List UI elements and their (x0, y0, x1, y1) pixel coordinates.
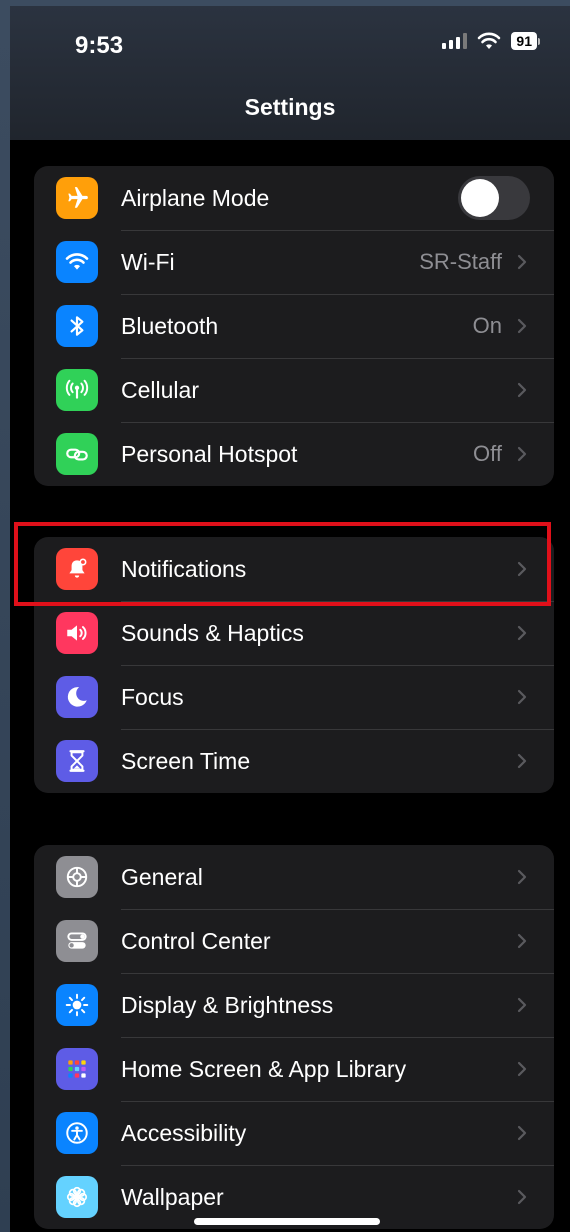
page-title: Settings (244, 94, 336, 120)
row-label: Bluetooth (121, 313, 219, 339)
row-label: General (121, 864, 203, 890)
chevron-right-icon (517, 869, 527, 885)
sun-icon (56, 984, 98, 1026)
top-bar: 9:53 91 Settings (10, 6, 570, 140)
chevron-right-icon (517, 382, 527, 398)
settings-row-bluetooth[interactable]: Bluetooth On (34, 294, 554, 358)
home-indicator[interactable] (194, 1218, 380, 1225)
battery-icon: 91 (511, 32, 540, 50)
accessibility-icon (56, 1112, 98, 1154)
settings-row-personal-hotspot[interactable]: Personal Hotspot Off (34, 422, 554, 486)
row-value: SR-Staff (419, 249, 502, 274)
hotspot-icon (56, 433, 98, 475)
settings-row-accessibility[interactable]: Accessibility (34, 1101, 554, 1165)
settings-row-airplane-mode[interactable]: Airplane Mode (34, 166, 554, 230)
gear-icon (56, 856, 98, 898)
row-label: Cellular (121, 377, 199, 403)
row-label: Display & Brightness (121, 992, 334, 1018)
chevron-right-icon (517, 1061, 527, 1077)
speaker-icon (56, 612, 98, 654)
settings-row-sounds-haptics[interactable]: Sounds & Haptics (34, 601, 554, 665)
screenshot-frame: 9:53 91 Settings Airplane Mode Wi-Fi SR-… (0, 0, 570, 1232)
settings-row-control-center[interactable]: Control Center (34, 909, 554, 973)
row-value: Off (473, 441, 502, 466)
chevron-right-icon (517, 997, 527, 1013)
row-label: Wi-Fi (121, 249, 175, 275)
row-label: Accessibility (121, 1120, 247, 1146)
airplane-icon (56, 177, 98, 219)
status-time: 9:53 (75, 32, 124, 59)
row-label: Sounds & Haptics (121, 620, 304, 646)
chevron-right-icon (517, 753, 527, 769)
settings-row-display-brightness[interactable]: Display & Brightness (34, 973, 554, 1037)
wifi-icon (56, 241, 98, 283)
bluetooth-icon (56, 305, 98, 347)
switches-icon (56, 920, 98, 962)
chevron-right-icon (517, 318, 527, 334)
row-label: Control Center (121, 928, 271, 954)
signal-icon (442, 33, 468, 49)
chevron-right-icon (517, 254, 527, 270)
row-label: Screen Time (121, 748, 251, 774)
chevron-right-icon (517, 561, 527, 577)
row-label: Notifications (121, 556, 247, 582)
row-value: On (472, 313, 502, 338)
chevron-right-icon (517, 625, 527, 641)
notifications-icon (56, 548, 98, 590)
settings-group-system: General Control Center Display & Brightn… (34, 845, 554, 1229)
chevron-right-icon (517, 446, 527, 462)
wifi-status-icon (478, 32, 501, 49)
row-label: Focus (121, 684, 184, 710)
home-grid-icon (56, 1048, 98, 1090)
airplane-mode-toggle[interactable] (458, 176, 530, 220)
phone-screen: 9:53 91 Settings Airplane Mode Wi-Fi SR-… (10, 6, 570, 1232)
flower-icon (56, 1176, 98, 1218)
hourglass-icon (56, 740, 98, 782)
battery-level: 91 (511, 32, 537, 50)
settings-row-notifications[interactable]: Notifications (34, 537, 554, 601)
settings-row-home-screen[interactable]: Home Screen & App Library (34, 1037, 554, 1101)
settings-row-general[interactable]: General (34, 845, 554, 909)
settings-group-attention: Notifications Sounds & Haptics Focus Scr… (34, 537, 554, 793)
chevron-right-icon (517, 689, 527, 705)
settings-group-connectivity: Airplane Mode Wi-Fi SR-Staff Bluetooth O… (34, 166, 554, 486)
chevron-right-icon (517, 1125, 527, 1141)
row-label: Airplane Mode (121, 185, 270, 211)
settings-row-screen-time[interactable]: Screen Time (34, 729, 554, 793)
row-label: Home Screen & App Library (121, 1056, 407, 1082)
status-indicators: 91 (442, 32, 540, 50)
row-label: Personal Hotspot (121, 441, 298, 467)
chevron-right-icon (517, 933, 527, 949)
cellular-icon (56, 369, 98, 411)
moon-icon (56, 676, 98, 718)
settings-row-focus[interactable]: Focus (34, 665, 554, 729)
settings-row-cellular[interactable]: Cellular (34, 358, 554, 422)
chevron-right-icon (517, 1189, 527, 1205)
settings-row-wifi[interactable]: Wi-Fi SR-Staff (34, 230, 554, 294)
